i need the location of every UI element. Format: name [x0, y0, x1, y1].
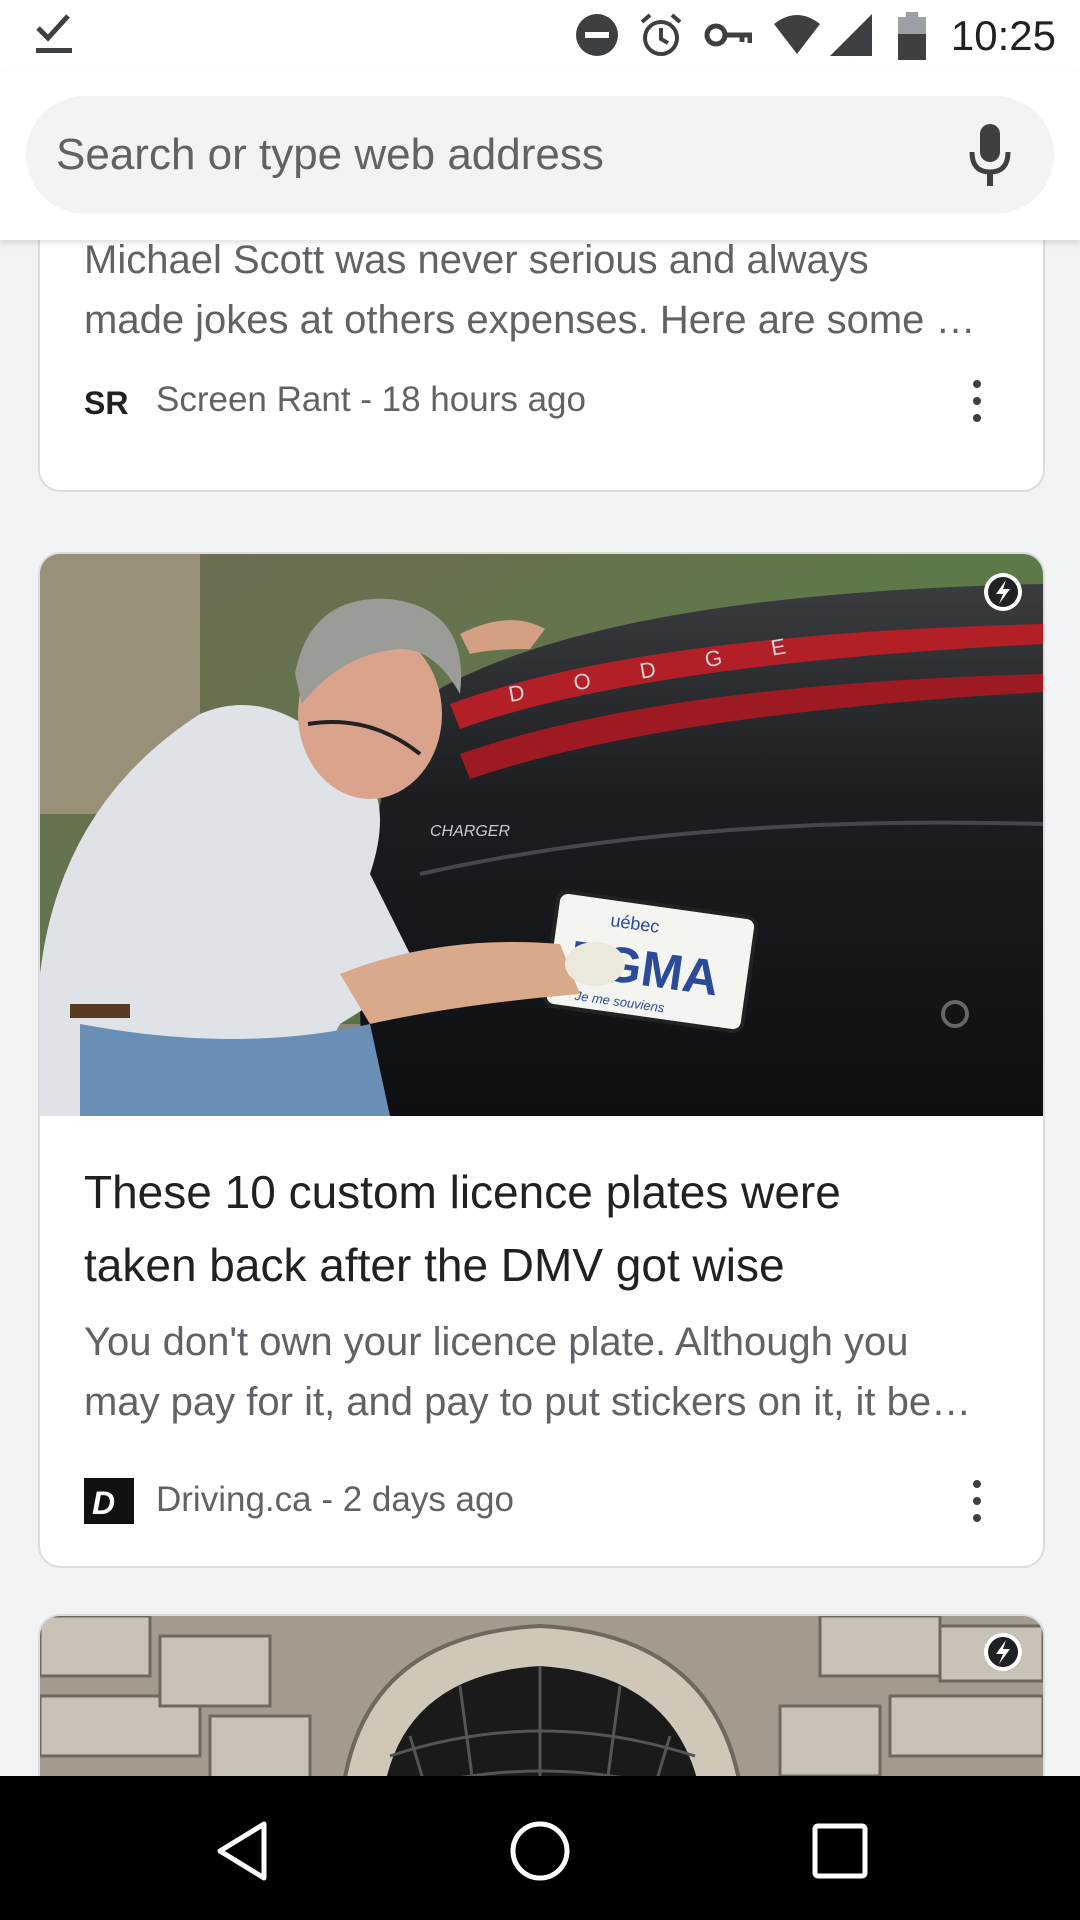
svg-text:D: D	[92, 1485, 115, 1521]
amp-badge	[984, 573, 1022, 611]
svg-text:CHARGER: CHARGER	[430, 823, 510, 840]
source-attribution: Screen Rant - 18 hours ago	[156, 380, 586, 419]
wifi-icon	[774, 15, 820, 54]
back-icon[interactable]	[206, 1816, 276, 1886]
system-nav-bar	[0, 1776, 1080, 1920]
search-input[interactable]	[54, 126, 958, 184]
omnibox-bar	[0, 72, 1080, 240]
svg-text:SR: SR	[84, 385, 128, 421]
source-attribution: Driving.ca - 2 days ago	[156, 1480, 514, 1519]
recents-icon[interactable]	[805, 1816, 875, 1886]
article-card[interactable]: Michael Scott was never serious and alwa…	[38, 240, 1045, 492]
screen-rant-logo: SR	[84, 385, 128, 421]
article-headline[interactable]: These 10 custom licence plates were take…	[84, 1156, 1004, 1302]
alarm-icon	[640, 13, 682, 56]
source-row: D Driving.ca - 2 days ago	[84, 1474, 1004, 1524]
article-snippet: Michael Scott was never serious and alwa…	[84, 240, 976, 342]
cell-signal-icon	[830, 14, 872, 56]
driving-ca-logo: D	[84, 1478, 134, 1524]
article-card[interactable]: CHARGER D O D G E uébec EGMA Je me souvi…	[38, 552, 1045, 1568]
status-bar: 10:25	[0, 0, 1080, 72]
mic-icon[interactable]	[966, 122, 1014, 188]
do-not-disturb-icon	[576, 14, 618, 56]
article-thumbnail[interactable]: CHARGER D O D G E uébec EGMA Je me souvi…	[40, 554, 1043, 1116]
home-icon[interactable]	[505, 1816, 575, 1886]
search-box[interactable]	[26, 96, 1054, 214]
article-snippet: You don't own your licence plate. Althou…	[84, 1320, 972, 1424]
more-options-button[interactable]	[950, 1474, 1004, 1528]
content-feed: Michael Scott was never serious and alwa…	[0, 240, 1080, 1776]
article-card[interactable]	[38, 1614, 1045, 1776]
clock: 10:25	[950, 12, 1056, 59]
battery-icon	[898, 12, 926, 60]
vpn-key-icon	[704, 23, 752, 47]
download-done-icon	[36, 14, 72, 53]
source-row: SR Screen Rant - 18 hours ago	[84, 374, 1004, 424]
article-thumbnail[interactable]	[40, 1616, 1043, 1776]
more-options-button[interactable]	[950, 374, 1004, 428]
amp-badge	[984, 1633, 1022, 1671]
